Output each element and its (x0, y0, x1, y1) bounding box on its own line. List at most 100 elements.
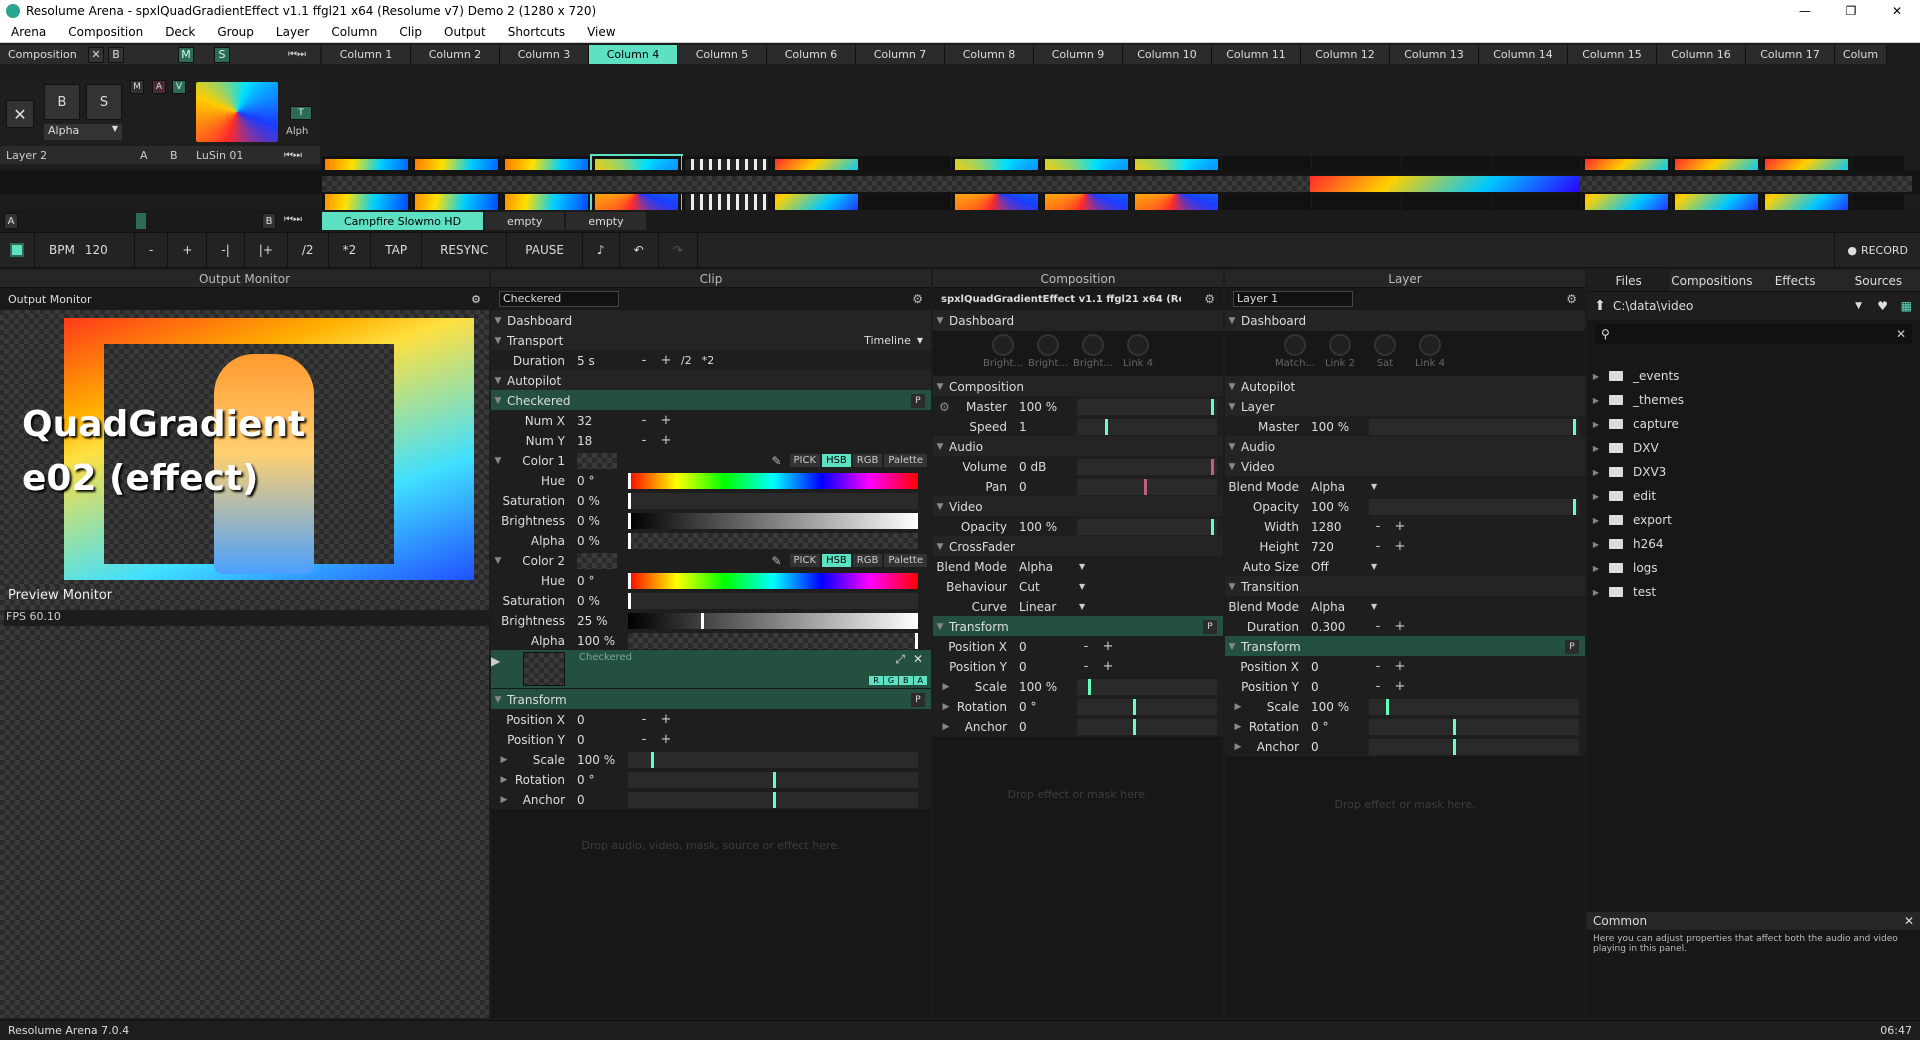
crossfader-behaviour-value[interactable]: Cut (1015, 580, 1075, 594)
expand-arrow-icon[interactable]: ▶ (497, 775, 511, 785)
expand-arrow-icon[interactable]: ▼ (933, 316, 947, 326)
expand-arrow-icon[interactable]: ▼ (1225, 316, 1239, 326)
menu-item-arena[interactable]: Arena (0, 25, 57, 39)
composition-position-y-plus-button[interactable]: + (1097, 659, 1119, 674)
composition-position-x-minus-button[interactable]: - (1075, 639, 1097, 654)
dashboard-dial[interactable] (1037, 334, 1059, 356)
clip-autopilot-section[interactable]: ▼ Autopilot (491, 370, 931, 392)
composition-opacity-value[interactable]: 100 % (1015, 520, 1075, 534)
layer-preview-thumbnail[interactable] (196, 82, 278, 142)
c2-alpha-slider[interactable] (628, 633, 919, 649)
menu-item-column[interactable]: Column (320, 25, 388, 39)
deck-tab[interactable]: empty (485, 212, 565, 230)
menu-item-clip[interactable]: Clip (388, 25, 433, 39)
expand-arrow-icon[interactable]: ▶ (497, 755, 511, 765)
composition-name[interactable]: spxlQuadGradientEffect v1.1 ffgl21 x64 (… (941, 294, 1181, 305)
clip-position-y-plus-button[interactable]: + (655, 732, 677, 747)
composition-clear-button[interactable]: ✕ (88, 46, 104, 63)
panel-settings-icon[interactable]: ⚙ (1566, 292, 1577, 306)
output-settings-icon[interactable]: ⚙ (471, 293, 481, 306)
expand-arrow-icon[interactable]: ▶ (491, 654, 500, 668)
composition-scale-slider-handle[interactable] (1088, 679, 1092, 695)
composition-anchor-value[interactable]: 0 (1015, 720, 1075, 734)
composition-position-y-value[interactable]: 0 (1015, 660, 1075, 674)
panel-settings-icon[interactable]: ⚙ (912, 292, 923, 306)
timeline-mode-select[interactable]: Timeline (864, 334, 911, 347)
expand-arrow-icon[interactable]: ▶ (1231, 702, 1245, 712)
layer-scale-value[interactable]: 100 % (1307, 700, 1367, 714)
column-header[interactable]: Colum (1835, 45, 1887, 64)
expand-arrow-icon[interactable]: ▼ (933, 502, 947, 512)
c1-brightness-slider[interactable] (628, 513, 918, 529)
composition-s-button[interactable]: S (214, 46, 230, 63)
layer-width-minus-button[interactable]: - (1367, 519, 1389, 534)
composition-m-button[interactable]: M (178, 46, 194, 63)
dashboard-dial[interactable] (1284, 334, 1306, 356)
column-header[interactable]: Column 7 (856, 45, 945, 64)
column-header[interactable]: Column 17 (1746, 45, 1835, 64)
nudge-plus-button[interactable]: |+ (245, 232, 288, 268)
layer-anchor-value[interactable]: 0 (1307, 740, 1367, 754)
clip-anchor-slider-handle[interactable] (773, 792, 776, 808)
layer-position-y-value[interactable]: 0 (1307, 680, 1367, 694)
c2-brightness-slider[interactable] (628, 613, 918, 629)
c1-brightness-slider-handle[interactable] (628, 513, 631, 529)
composition-rotation-slider[interactable] (1077, 699, 1217, 715)
c2-hue-value[interactable]: 0 ° (573, 574, 633, 588)
expand-arrow-icon[interactable]: ▶ (939, 722, 953, 732)
expand-icon[interactable]: ⤢ (895, 652, 905, 667)
redo-icon[interactable]: ↷ (659, 232, 698, 268)
composition-settings-icon[interactable]: ⚙ (939, 400, 950, 414)
expand-arrow-icon[interactable]: ▶ (1589, 468, 1603, 477)
num-x-plus-button[interactable]: + (655, 413, 677, 428)
minimize-icon[interactable]: — (1782, 4, 1828, 18)
clip-position-x-minus-button[interactable]: - (633, 712, 655, 727)
composition-pan-slider-handle[interactable] (1144, 479, 1148, 495)
composition-audio-section[interactable]: ▼ Audio (933, 436, 1223, 458)
transition-blend-mode-value[interactable]: Alpha (1307, 600, 1367, 614)
composition-volume-value[interactable]: 0 dB (1015, 460, 1075, 474)
clip-transform-section[interactable]: ▼ Transform P (491, 689, 931, 711)
clip-duration-minus-button[interactable]: - (633, 353, 655, 368)
panel-settings-icon[interactable]: ⚙ (1204, 292, 1215, 306)
expand-arrow-icon[interactable]: ▼ (1225, 462, 1239, 472)
expand-arrow-icon[interactable]: ▼ (491, 695, 505, 705)
dashboard-dial[interactable] (1082, 334, 1104, 356)
c2-brightness-value[interactable]: 25 % (573, 614, 633, 628)
folder-item[interactable]: ▶ h264 (1587, 532, 1664, 556)
expand-arrow-icon[interactable]: ▶ (1589, 372, 1603, 381)
expand-arrow-icon[interactable]: ▶ (1589, 396, 1603, 405)
composition-opacity-slider-handle[interactable] (1211, 519, 1215, 535)
color2-rgb-button[interactable]: RGB (852, 554, 883, 567)
expand-arrow-icon[interactable]: ▼ (491, 376, 505, 386)
composition-position-y-minus-button[interactable]: - (1075, 659, 1097, 674)
record-button[interactable]: ● RECORD (1834, 232, 1920, 268)
menu-item-layer[interactable]: Layer (265, 25, 320, 39)
c2-hue-slider[interactable] (628, 573, 918, 589)
menu-item-shortcuts[interactable]: Shortcuts (497, 25, 576, 39)
metronome-tool-icon[interactable]: ♪ (583, 232, 620, 268)
folder-item[interactable]: ▶ export (1587, 508, 1672, 532)
deck-tab[interactable]: empty (566, 212, 646, 230)
eyedropper-icon[interactable]: ✎ (771, 554, 781, 568)
transition-duration-plus-button[interactable]: + (1389, 619, 1411, 634)
composition-position-x-plus-button[interactable]: + (1097, 639, 1119, 654)
clip-duration-plus-button[interactable]: + (655, 353, 677, 368)
eyedropper-icon[interactable]: ✎ (771, 454, 781, 468)
duration-half-button[interactable]: /2 (681, 354, 692, 367)
column-header[interactable]: Column 2 (411, 45, 500, 64)
nudge-minus-button[interactable]: -| (207, 232, 245, 268)
composition-section[interactable]: ▼ Composition (933, 376, 1223, 398)
layer-blend-select[interactable]: Alpha ▼ (44, 124, 122, 140)
num-x-value[interactable]: 32 (573, 414, 633, 428)
expand-arrow-icon[interactable]: ▶ (1589, 516, 1603, 525)
layer-width-plus-button[interactable]: + (1389, 519, 1411, 534)
layer-drop-zone[interactable]: Drop effect or mask here. (1225, 798, 1585, 811)
crossfader-handle[interactable] (136, 213, 146, 229)
layer-a-button[interactable]: A (152, 80, 166, 94)
folder-item[interactable]: ▶ _events (1587, 364, 1680, 388)
c2-alpha-slider-handle[interactable] (915, 633, 919, 649)
c1-brightness-value[interactable]: 0 % (573, 514, 633, 528)
c1-hue-value[interactable]: 0 ° (573, 474, 633, 488)
expand-arrow-icon[interactable]: ▶ (1231, 742, 1245, 752)
